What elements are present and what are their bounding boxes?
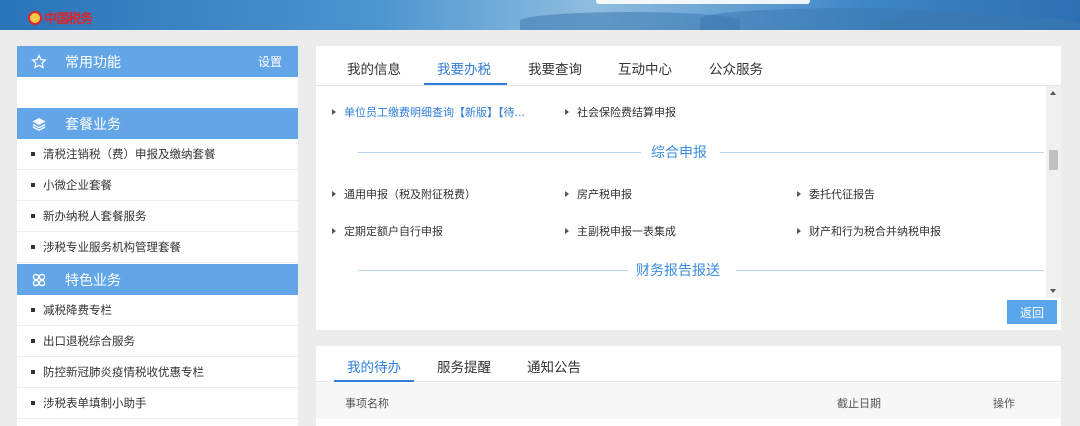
- bullet-icon: [31, 245, 35, 249]
- arrow-right-icon: [797, 191, 801, 197]
- service-link-label: 社会保险费结算申报: [577, 106, 676, 119]
- section-title-comprehensive: 综合申报: [651, 145, 707, 161]
- sidebar-item[interactable]: 小微企业套餐: [17, 170, 298, 201]
- settings-link[interactable]: 设置: [258, 53, 282, 70]
- emblem-icon: [28, 11, 42, 25]
- service-link[interactable]: 主副税申报一表集成: [565, 223, 676, 239]
- site-logo[interactable]: 中国税务: [28, 8, 93, 27]
- service-link-label: 委托代征报告: [809, 188, 875, 201]
- layers-icon: [31, 116, 47, 132]
- service-link[interactable]: 通用申报（税及附征税费）: [332, 186, 476, 202]
- sidebar-package-header[interactable]: 套餐业务: [17, 108, 298, 139]
- table-header: 事项名称 截止日期 操作: [316, 383, 1061, 419]
- sidebar-item-label: 涉税表单填制小助手: [43, 396, 147, 410]
- back-button[interactable]: 返回: [1007, 300, 1057, 324]
- sidebar-item[interactable]: 涉税表单填制小助手: [17, 388, 298, 419]
- arrow-right-icon: [332, 109, 336, 115]
- banner-mountain: [880, 16, 1080, 30]
- vertical-scrollbar[interactable]: [1046, 86, 1061, 298]
- sidebar-item[interactable]: 涉税专业服务机构管理套餐: [17, 232, 298, 263]
- logo-text: 中国税务: [44, 12, 93, 27]
- header-banner: 中国税务: [0, 0, 1080, 30]
- bullet-icon: [31, 401, 35, 405]
- todo-tabs: 我的待办 服务提醒 通知公告: [316, 346, 1061, 382]
- sidebar-package-title: 套餐业务: [65, 116, 121, 133]
- sidebar-item-label: 出口退税综合服务: [43, 334, 135, 348]
- service-link[interactable]: 单位员工缴费明细查询【新版】【待...: [332, 104, 525, 120]
- sidebar-common-title: 常用功能: [65, 54, 121, 71]
- main-tabs: 我的信息 我要办税 我要查询 互动中心 公众服务: [316, 46, 1061, 86]
- service-link[interactable]: 社会保险费结算申报: [565, 104, 676, 120]
- tax-services-panel: 我的信息 我要办税 我要查询 互动中心 公众服务 单位员工缴费明细查询【新版】【…: [316, 46, 1061, 330]
- sidebar-item[interactable]: 防控新冠肺炎疫情税收优惠专栏: [17, 357, 298, 388]
- sidebar: 常用功能 设置 套餐业务 清税注销税（费）申报及缴纳套餐 小微企业套餐 新办纳税…: [17, 46, 298, 426]
- service-link[interactable]: 委托代征报告: [797, 186, 875, 202]
- sidebar-common-header: 常用功能 设置: [17, 46, 298, 77]
- service-link-label: 通用申报（税及附征税费）: [344, 188, 476, 201]
- sidebar-item-label: 小微企业套餐: [43, 178, 112, 192]
- bullet-icon: [31, 308, 35, 312]
- tab-tax-handling[interactable]: 我要办税: [437, 58, 491, 78]
- service-link[interactable]: 定期定额户自行申报: [332, 223, 443, 239]
- service-link-label: 单位员工缴费明细查询【新版】【待...: [344, 106, 525, 119]
- scroll-down-icon[interactable]: [1050, 289, 1056, 293]
- scroll-thumb[interactable]: [1049, 150, 1058, 170]
- arrow-right-icon: [565, 191, 569, 197]
- arrow-right-icon: [797, 228, 801, 234]
- column-header-item: 事项名称: [345, 397, 389, 410]
- arrow-right-icon: [565, 228, 569, 234]
- service-link[interactable]: 房产税申报: [565, 186, 632, 202]
- column-header-action: 操作: [993, 397, 1015, 410]
- sidebar-item-label: 清税注销税（费）申报及缴纳套餐: [43, 147, 216, 161]
- tab-notices[interactable]: 通知公告: [527, 356, 581, 376]
- section-divider: [720, 152, 1044, 153]
- section-divider: [358, 152, 641, 153]
- tab-service-reminder[interactable]: 服务提醒: [437, 356, 491, 376]
- service-link-label: 房产税申报: [577, 188, 632, 201]
- sidebar-item[interactable]: 新办纳税人套餐服务: [17, 201, 298, 232]
- bullet-icon: [31, 183, 35, 187]
- section-divider: [358, 270, 628, 271]
- search-box[interactable]: [596, 0, 810, 4]
- todo-panel: 我的待办 服务提醒 通知公告 事项名称 截止日期 操作: [316, 346, 1061, 426]
- tab-my-info[interactable]: 我的信息: [347, 58, 401, 78]
- bullet-icon: [31, 370, 35, 374]
- scroll-up-icon[interactable]: [1050, 91, 1056, 95]
- sidebar-special-title: 特色业务: [65, 272, 121, 289]
- tab-public-services[interactable]: 公众服务: [709, 58, 763, 78]
- clover-icon: [31, 272, 47, 288]
- sidebar-item-label: 新办纳税人套餐服务: [43, 209, 147, 223]
- sidebar-item[interactable]: 清税注销税（费）申报及缴纳套餐: [17, 139, 298, 170]
- service-link-label: 主副税申报一表集成: [577, 225, 676, 238]
- service-link-label: 定期定额户自行申报: [344, 225, 443, 238]
- bullet-icon: [31, 339, 35, 343]
- arrow-right-icon: [332, 228, 336, 234]
- service-link[interactable]: 财产和行为税合并纳税申报: [797, 223, 941, 239]
- sidebar-item-label: 防控新冠肺炎疫情税收优惠专栏: [43, 365, 204, 379]
- tab-interaction[interactable]: 互动中心: [618, 58, 672, 78]
- star-icon: [31, 53, 47, 70]
- section-title-financial-report: 财务报告报送: [636, 263, 720, 279]
- sidebar-item-label: 减税降费专栏: [43, 303, 112, 317]
- sidebar-item[interactable]: 出口退税综合服务: [17, 326, 298, 357]
- column-header-deadline: 截止日期: [837, 397, 881, 410]
- sidebar-item[interactable]: 减税降费专栏: [17, 295, 298, 326]
- sidebar-item-label: 涉税专业服务机构管理套餐: [43, 240, 181, 254]
- bullet-icon: [31, 152, 35, 156]
- active-tab-indicator: [334, 380, 414, 382]
- tab-my-todo[interactable]: 我的待办: [347, 356, 401, 376]
- section-divider: [736, 270, 1044, 271]
- sidebar-special-header[interactable]: 特色业务: [17, 264, 298, 295]
- arrow-right-icon: [565, 109, 569, 115]
- service-link-label: 财产和行为税合并纳税申报: [809, 225, 941, 238]
- bullet-icon: [31, 214, 35, 218]
- tab-query[interactable]: 我要查询: [528, 58, 582, 78]
- active-tab-indicator: [424, 83, 507, 85]
- arrow-right-icon: [332, 191, 336, 197]
